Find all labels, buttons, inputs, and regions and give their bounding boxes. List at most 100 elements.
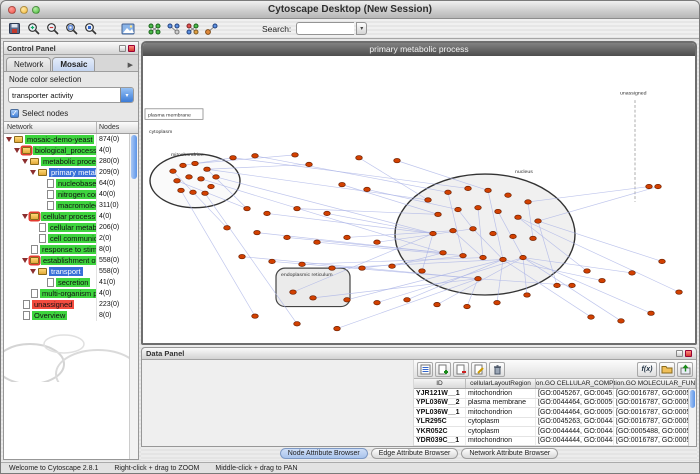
graph-node[interactable] xyxy=(314,240,321,244)
graph-node[interactable] xyxy=(475,276,482,280)
graph-node[interactable] xyxy=(310,296,317,300)
tab-overflow-button[interactable]: ▶ xyxy=(125,59,136,71)
graph-node[interactable] xyxy=(394,158,401,162)
table-cell[interactable]: YLR295C xyxy=(414,418,466,427)
open-attribute-file-button[interactable] xyxy=(659,362,675,377)
graph-node[interactable] xyxy=(470,227,477,231)
table-cell[interactable]: mitochondrion xyxy=(466,437,536,446)
float-panel-icon[interactable] xyxy=(676,350,683,357)
graph-node[interactable] xyxy=(202,191,209,195)
table-cell[interactable]: [GO:0044444, GO:0044424, G... xyxy=(536,437,614,446)
tree-item-cellular-process[interactable]: cellular process4(0) xyxy=(4,211,138,222)
table-cell[interactable]: [GO:0016787, GO:0005488, GO:0005215, GO:… xyxy=(614,418,696,427)
tree-item-nitrogen-compo[interactable]: nitrogen compo...40(0) xyxy=(4,189,138,200)
table-cell[interactable]: mitochondrion xyxy=(466,389,536,398)
graph-node[interactable] xyxy=(510,234,517,238)
maximize-window-button[interactable] xyxy=(32,6,40,14)
graph-node[interactable] xyxy=(569,283,576,287)
column-header[interactable]: cellularLayoutRegion xyxy=(466,379,536,388)
tree-item-multi-organism-pro[interactable]: multi-organism pro...4(0) xyxy=(4,288,138,299)
tree-column-nodes[interactable]: Nodes xyxy=(97,122,138,133)
graph-node[interactable] xyxy=(505,193,512,197)
table-row[interactable]: YJR121W__1mitochondrion[GO:0045267, GO:0… xyxy=(414,389,696,399)
graph-node[interactable] xyxy=(475,205,482,209)
graph-node[interactable] xyxy=(264,211,271,215)
tree-item-secretion[interactable]: secretion41(0) xyxy=(4,277,138,288)
graph-node[interactable] xyxy=(500,257,507,261)
window-titlebar[interactable]: Cytoscape Desktop (New Session) xyxy=(1,1,699,19)
graph-node[interactable] xyxy=(224,226,231,230)
save-session-button[interactable] xyxy=(6,20,23,37)
table-cell[interactable]: cytoplasm xyxy=(466,427,536,436)
tree-expander-icon[interactable] xyxy=(6,137,12,142)
tree-item-primary-metab[interactable]: primary metab...209(0) xyxy=(4,167,138,178)
graph-node[interactable] xyxy=(648,311,655,315)
network-canvas-svg[interactable]: plasma membranecytoplasmmitochondrionnuc… xyxy=(143,56,695,343)
delete-attribute-button[interactable] xyxy=(453,362,469,377)
graph-node[interactable] xyxy=(170,169,177,173)
tree-item-cellular-metabo[interactable]: cellular metabo...206(0) xyxy=(4,222,138,233)
graph-node[interactable] xyxy=(404,298,411,302)
graph-node[interactable] xyxy=(374,240,381,244)
function-builder-button[interactable]: f(x) xyxy=(637,362,657,377)
column-header[interactable]: annotation.GO MOLECULAR_FUNCTION xyxy=(614,379,696,388)
graph-node[interactable] xyxy=(299,262,306,266)
graph-node[interactable] xyxy=(294,322,301,326)
graph-node[interactable] xyxy=(430,231,437,235)
graph-node[interactable] xyxy=(290,290,297,294)
table-cell[interactable]: [GO:0045263, GO:0044444, GO:0044424, G..… xyxy=(536,418,614,427)
graph-node[interactable] xyxy=(284,235,291,239)
float-panel-icon[interactable] xyxy=(119,45,126,52)
tree-scrollbar[interactable] xyxy=(129,134,138,459)
tree-item-unassigned[interactable]: unassigned223(0) xyxy=(4,299,138,310)
table-row[interactable]: YKR052Ccytoplasm[GO:0044444, GO:0044424,… xyxy=(414,427,696,437)
tree-item-metabolic-process[interactable]: metabolic process280(0) xyxy=(4,156,138,167)
tree-scrollbar-thumb[interactable] xyxy=(131,135,137,179)
table-cell[interactable]: mitochondrion xyxy=(466,408,536,417)
graph-node[interactable] xyxy=(230,156,237,160)
table-cell[interactable]: YPL036W__1 xyxy=(414,408,466,417)
close-panel-icon[interactable] xyxy=(128,45,135,52)
graph-node[interactable] xyxy=(494,300,501,304)
tree-item-transport[interactable]: transport558(0) xyxy=(4,266,138,277)
select-nodes-checkbox[interactable]: ✓ xyxy=(10,109,19,118)
table-cell[interactable]: [GO:0005488, GO:0005215, GO:0003674] xyxy=(614,427,696,436)
table-scrollbar-thumb[interactable] xyxy=(690,390,695,408)
minimize-window-button[interactable] xyxy=(20,6,28,14)
tree-item-establishment-of-lo[interactable]: establishment of lo...558(0) xyxy=(4,255,138,266)
tree-expander-icon[interactable] xyxy=(30,170,36,175)
graph-node[interactable] xyxy=(389,264,396,268)
table-row[interactable]: YPL036W__2plasma membrane[GO:0044464, GO… xyxy=(414,399,696,409)
graph-node[interactable] xyxy=(252,314,259,318)
graph-node[interactable] xyxy=(344,235,351,239)
table-scrollbar[interactable] xyxy=(688,389,696,446)
zoom-fit-content-button[interactable] xyxy=(82,20,99,37)
graph-node[interactable] xyxy=(435,212,442,216)
table-cell[interactable]: cytoplasm xyxy=(466,418,536,427)
graph-node[interactable] xyxy=(465,186,472,190)
tree-expander-icon[interactable] xyxy=(22,159,28,164)
tree-item-nucleobase[interactable]: nucleobase...64(0) xyxy=(4,178,138,189)
table-row[interactable]: YLR295Ccytoplasm[GO:0045263, GO:0044444,… xyxy=(414,418,696,428)
table-cell[interactable]: [GO:0016787, GO:0005488, GO:0005215, G..… xyxy=(614,389,696,398)
graph-node[interactable] xyxy=(324,211,331,215)
edit-attribute-button[interactable] xyxy=(471,362,487,377)
table-cell[interactable]: [GO:0044464, GO:0005624, GO:0044444, G..… xyxy=(536,399,614,408)
graph-node[interactable] xyxy=(490,231,497,235)
graph-node[interactable] xyxy=(269,259,276,263)
table-cell[interactable]: YPL036W__2 xyxy=(414,399,466,408)
table-cell[interactable]: [GO:0044444, GO:0044424, GO:0044446, G..… xyxy=(536,427,614,436)
tree-expander-icon[interactable] xyxy=(22,214,28,219)
vizmapper-button[interactable] xyxy=(203,20,220,37)
tab-edge-attribute-browser[interactable]: Edge Attribute Browser xyxy=(371,448,459,459)
show-all-button[interactable] xyxy=(184,20,201,37)
column-header[interactable]: ID xyxy=(414,379,466,388)
tab-network-attribute-browser[interactable]: Network Attribute Browser xyxy=(461,448,558,459)
tab-network[interactable]: Network xyxy=(6,57,51,71)
hide-selected-button[interactable] xyxy=(165,20,182,37)
graph-node[interactable] xyxy=(485,188,492,192)
node-color-attribute-select[interactable]: transporter activity ▾ xyxy=(8,87,134,103)
graph-node[interactable] xyxy=(190,190,197,194)
graph-node[interactable] xyxy=(440,251,447,255)
graph-node[interactable] xyxy=(180,163,187,167)
